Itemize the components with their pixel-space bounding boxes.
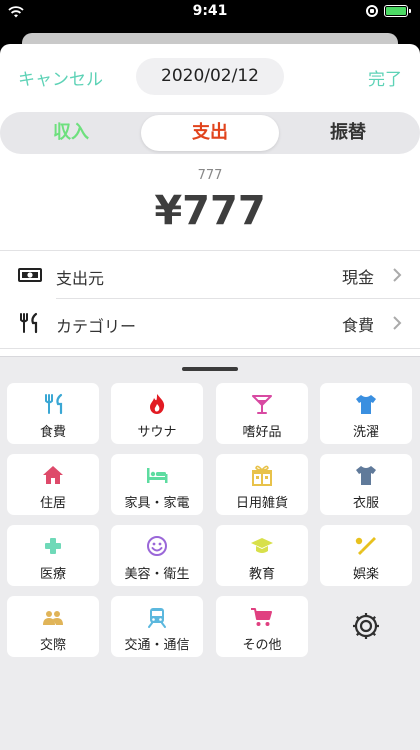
category-tile[interactable]: 住居 <box>7 454 99 515</box>
category-tile-label: 交際 <box>39 638 66 653</box>
bed-icon <box>147 468 168 483</box>
category-row[interactable]: カテゴリー 食費 <box>0 299 420 348</box>
cart-icon <box>251 608 272 626</box>
utensils-icon <box>45 393 63 415</box>
source-label: 支出元 <box>56 269 105 288</box>
done-button[interactable]: 完了 <box>368 65 402 90</box>
category-label: カテゴリー <box>56 317 137 336</box>
category-tile[interactable]: 医療 <box>7 525 99 586</box>
category-tile-label: 住居 <box>39 496 66 511</box>
category-tile-label: 衣服 <box>352 496 379 511</box>
category-tile[interactable]: 教育 <box>216 525 308 586</box>
category-tile-label: 教育 <box>248 567 275 582</box>
fire-icon <box>150 394 165 414</box>
chevron-right-icon <box>393 316 402 330</box>
category-tile-label: 日用雑貨 <box>235 496 288 511</box>
category-tile[interactable]: 嗜好品 <box>216 383 308 444</box>
graduation-cap-icon <box>251 538 273 553</box>
category-value: 食費 <box>341 316 374 335</box>
battery-icon <box>384 5 411 17</box>
category-tile-label: 交通・通信 <box>124 638 190 653</box>
category-tile[interactable]: 衣服 <box>320 454 412 515</box>
category-tile[interactable]: 家具・家電 <box>111 454 203 515</box>
cocktail-icon <box>252 395 272 414</box>
tab-income[interactable]: 収入 <box>2 115 140 151</box>
category-tile[interactable]: 美容・衛生 <box>111 525 203 586</box>
orientation-lock-icon <box>366 5 378 17</box>
category-tile[interactable]: 交通・通信 <box>111 596 203 657</box>
category-tile[interactable]: 娯楽 <box>320 525 412 586</box>
category-tile-label: 嗜好品 <box>242 425 282 440</box>
settings-gear-icon[interactable] <box>351 611 381 641</box>
category-tile-label: その他 <box>242 638 282 653</box>
people-icon <box>43 611 63 625</box>
category-tile-label: 食費 <box>39 425 66 440</box>
category-tile[interactable]: 食費 <box>7 383 99 444</box>
category-tile[interactable]: 洗濯 <box>320 383 412 444</box>
gift-icon <box>252 465 272 486</box>
category-tile-label: 娯楽 <box>352 567 379 582</box>
tab-transfer[interactable]: 振替 <box>279 115 417 151</box>
source-row[interactable]: 支出元 現金 <box>0 250 420 299</box>
chevron-right-icon <box>393 268 402 282</box>
status-bar: 9:41 <box>0 0 420 24</box>
category-tile-label: サウナ <box>137 425 177 440</box>
source-value: 現金 <box>341 268 374 287</box>
date-picker-button[interactable]: 2020/02/12 <box>136 58 284 95</box>
nav-bar: キャンセル 2020/02/12 完了 <box>0 44 420 108</box>
category-tile[interactable]: 日用雑貨 <box>216 454 308 515</box>
divider <box>0 348 420 349</box>
status-time: 9:41 <box>192 3 228 19</box>
category-tile[interactable]: 交際 <box>7 596 99 657</box>
house-icon <box>43 466 63 484</box>
cancel-button[interactable]: キャンセル <box>18 65 103 90</box>
tshirt-icon <box>356 466 376 485</box>
utensils-icon <box>20 312 38 334</box>
category-tile-label: 家具・家電 <box>124 496 190 511</box>
shirt-icon <box>356 395 376 414</box>
category-tile-label: 医療 <box>39 567 66 582</box>
smile-icon <box>147 536 167 556</box>
category-tile[interactable]: その他 <box>216 596 308 657</box>
panel-grabber[interactable] <box>182 367 238 371</box>
category-tile[interactable]: サウナ <box>111 383 203 444</box>
category-tile-label: 美容・衛生 <box>124 567 190 582</box>
category-tile-label: 洗濯 <box>352 425 379 440</box>
train-icon <box>148 608 166 628</box>
baseball-icon <box>355 537 376 555</box>
cash-icon <box>18 268 42 282</box>
amount-input[interactable]: 777 <box>0 168 420 183</box>
medical-cross-icon <box>45 538 61 554</box>
tab-expense[interactable]: 支出 <box>141 115 279 151</box>
amount-display: ¥777 <box>154 188 266 234</box>
type-segmented-control: 収入 支出 振替 <box>0 112 420 154</box>
